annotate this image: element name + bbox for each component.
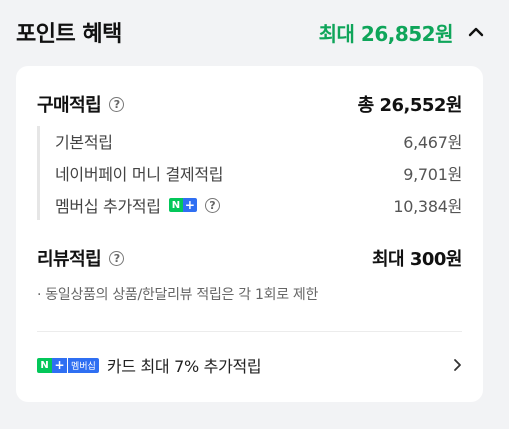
review-value: 최대 300원 bbox=[371, 249, 463, 270]
naver-n-icon: N bbox=[168, 198, 183, 212]
item-value: 6,467원 bbox=[403, 133, 462, 152]
purchase-label: 구매적립 bbox=[37, 95, 102, 116]
purchase-breakdown: 기본적립 6,467원 네이버페이 머니 결제적립 9,701원 멤버십 추가적… bbox=[37, 126, 462, 220]
item-label: 네이버페이 머니 결제적립 bbox=[55, 165, 224, 184]
item-value: 10,384원 bbox=[393, 197, 462, 216]
help-icon[interactable]: ? bbox=[204, 197, 220, 213]
list-item: 기본적립 6,467원 bbox=[55, 128, 462, 154]
list-item: 네이버페이 머니 결제적립 9,701원 bbox=[55, 160, 462, 186]
item-value: 9,701원 bbox=[403, 165, 462, 184]
help-icon[interactable]: ? bbox=[109, 250, 125, 266]
item-label: 기본적립 bbox=[55, 133, 113, 152]
review-note: · 동일상품의 상품/한달리뷰 적립은 각 1회로 제한 bbox=[37, 287, 319, 303]
naver-plus-badge: N + bbox=[168, 198, 197, 212]
promo-left: N + 멤버십 카드 최대 7% 추가적립 bbox=[37, 353, 262, 377]
point-benefit-header[interactable]: 포인트 혜택 최대 26,852원 bbox=[16, 14, 485, 50]
plus-icon: + bbox=[52, 357, 67, 373]
purchase-label-wrap: 구매적립 ? bbox=[37, 91, 125, 117]
naver-n-icon: N bbox=[37, 357, 52, 373]
item-label-wrap: 멤버십 추가적립 N + ? bbox=[55, 193, 220, 217]
membership-badge: N + 멤버십 bbox=[37, 357, 99, 373]
chevron-right-icon[interactable] bbox=[452, 358, 462, 372]
section-title: 포인트 혜택 bbox=[16, 22, 122, 47]
header-right: 최대 26,852원 bbox=[319, 18, 485, 47]
chevron-up-icon[interactable] bbox=[467, 23, 485, 41]
review-label: 리뷰적립 bbox=[37, 249, 102, 270]
review-row: 리뷰적립 ? 최대 300원 bbox=[37, 244, 463, 272]
help-icon[interactable]: ? bbox=[109, 96, 125, 112]
plus-icon: + bbox=[182, 198, 197, 212]
card-promo-row[interactable]: N + 멤버십 카드 최대 7% 추가적립 bbox=[37, 351, 462, 379]
membership-tag: 멤버십 bbox=[68, 357, 99, 373]
list-item: 멤버십 추가적립 N + ? 10,384원 bbox=[55, 192, 462, 218]
review-label-wrap: 리뷰적립 ? bbox=[37, 245, 125, 271]
purchase-total: 총 26,552원 bbox=[357, 95, 463, 116]
max-points-label: 최대 26,852원 bbox=[318, 21, 454, 46]
benefit-card: 구매적립 ? 총 26,552원 기본적립 6,467원 네이버페이 머니 결제… bbox=[16, 66, 483, 402]
item-label: 멤버십 추가적립 bbox=[55, 197, 161, 216]
promo-text: 카드 최대 7% 추가적립 bbox=[106, 357, 262, 376]
purchase-row: 구매적립 ? 총 26,552원 bbox=[37, 90, 463, 118]
divider bbox=[37, 331, 462, 332]
